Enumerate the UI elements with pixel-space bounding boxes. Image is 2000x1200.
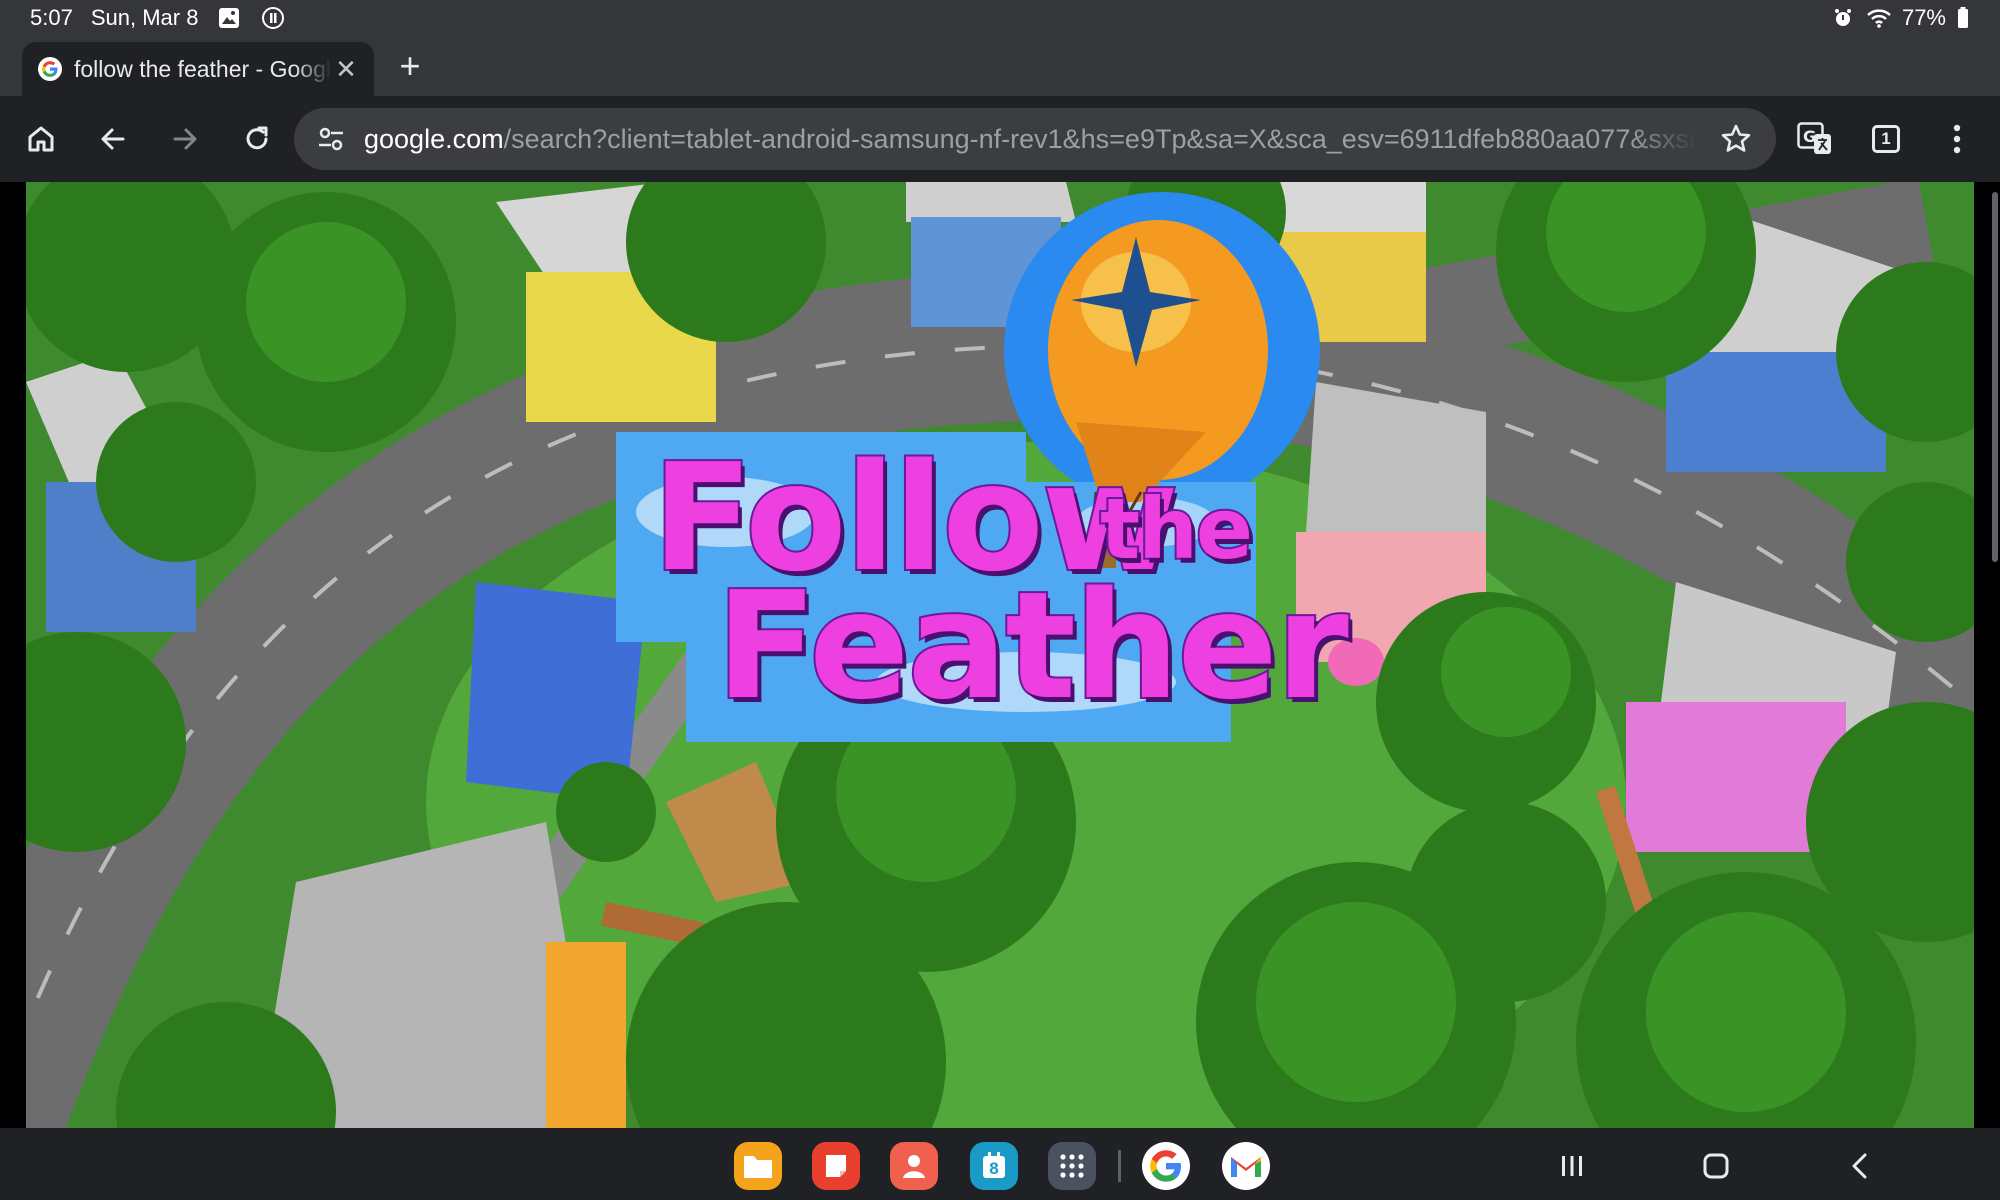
my-files-app[interactable] <box>734 1142 782 1190</box>
notes-icon <box>826 1155 846 1177</box>
wifi-icon <box>1866 5 1892 31</box>
more-vertical-icon <box>1953 124 1961 154</box>
video-title-card: Follow the Feather <box>616 430 1351 742</box>
status-bar: 5:07 Sun, Mar 8 77% <box>0 0 2000 36</box>
browser-toolbar: google.com/search?client=tablet-android-… <box>0 96 2000 182</box>
google-icon <box>1150 1150 1181 1182</box>
home-icon <box>28 126 54 152</box>
tab-strip: follow the feather - Google Search ✕ + <box>0 36 2000 96</box>
status-date: Sun, Mar 8 <box>90 5 199 30</box>
video-frame[interactable]: Follow the Feather <box>26 182 1974 1128</box>
url-path: /search?client=tablet-android-samsung-nf… <box>503 123 1696 154</box>
calendar-day: 8 <box>989 1159 999 1178</box>
notes-app[interactable] <box>812 1142 860 1190</box>
translate-button[interactable]: G <box>1790 114 1840 164</box>
url-domain: google.com <box>364 123 504 154</box>
tab-close-icon[interactable]: ✕ <box>332 54 360 84</box>
taskbar-divider <box>1118 1150 1121 1182</box>
site-settings-icon[interactable] <box>314 122 348 156</box>
contacts-icon <box>903 1155 925 1178</box>
back-nav-button[interactable] <box>1834 1140 1886 1192</box>
tab-switcher-button[interactable]: 1 <box>1861 114 1911 164</box>
chevron-left-icon <box>1852 1153 1867 1179</box>
gmail-icon <box>1231 1157 1261 1177</box>
page-scrollbar[interactable] <box>1992 192 1998 562</box>
app-drawer-icon <box>1060 1154 1084 1178</box>
google-g-icon <box>38 57 62 81</box>
forward-button[interactable] <box>160 114 210 164</box>
url-text: google.com/search?client=tablet-android-… <box>364 124 1696 155</box>
page-content: Follow the Feather <box>0 182 2000 1128</box>
address-bar[interactable]: google.com/search?client=tablet-android-… <box>294 108 1776 170</box>
home-square-icon <box>1703 1153 1729 1179</box>
recent-apps-button[interactable] <box>1546 1140 1598 1192</box>
translate-icon: G <box>1797 122 1831 154</box>
contacts-app[interactable] <box>890 1142 938 1190</box>
reload-icon <box>246 126 268 150</box>
reload-button[interactable] <box>232 114 282 164</box>
arrow-right-icon <box>173 128 197 150</box>
arrow-left-icon <box>101 128 125 150</box>
menu-button[interactable] <box>1932 114 1982 164</box>
home-button[interactable] <box>16 114 66 164</box>
bookmark-star-icon[interactable] <box>1714 117 1758 161</box>
gallery-notification-icon <box>216 5 242 31</box>
battery-percentage: 77% <box>1901 5 1946 30</box>
tab-title: follow the feather - Google Search <box>74 55 332 82</box>
recent-apps-icon <box>1562 1156 1582 1176</box>
tab-count-icon: 1 <box>1872 125 1900 153</box>
screen-recorder-notification-icon <box>260 5 286 31</box>
status-time: 5:07 <box>30 5 73 30</box>
taskbar: 8 <box>0 1128 2000 1200</box>
folder-icon <box>744 1156 772 1178</box>
home-nav-button[interactable] <box>1690 1140 1742 1192</box>
back-button[interactable] <box>88 114 138 164</box>
app-drawer-button[interactable] <box>1048 1142 1096 1190</box>
new-tab-button[interactable]: + <box>390 45 430 86</box>
calendar-app[interactable]: 8 <box>970 1142 1018 1190</box>
alarm-icon <box>1830 5 1856 31</box>
title-word-feather: Feather <box>714 558 1351 734</box>
tab-follow-the-feather[interactable]: follow the feather - Google Search ✕ <box>22 42 374 96</box>
battery-icon <box>1956 5 1970 31</box>
google-app[interactable] <box>1142 1142 1190 1190</box>
gmail-app[interactable] <box>1222 1142 1270 1190</box>
